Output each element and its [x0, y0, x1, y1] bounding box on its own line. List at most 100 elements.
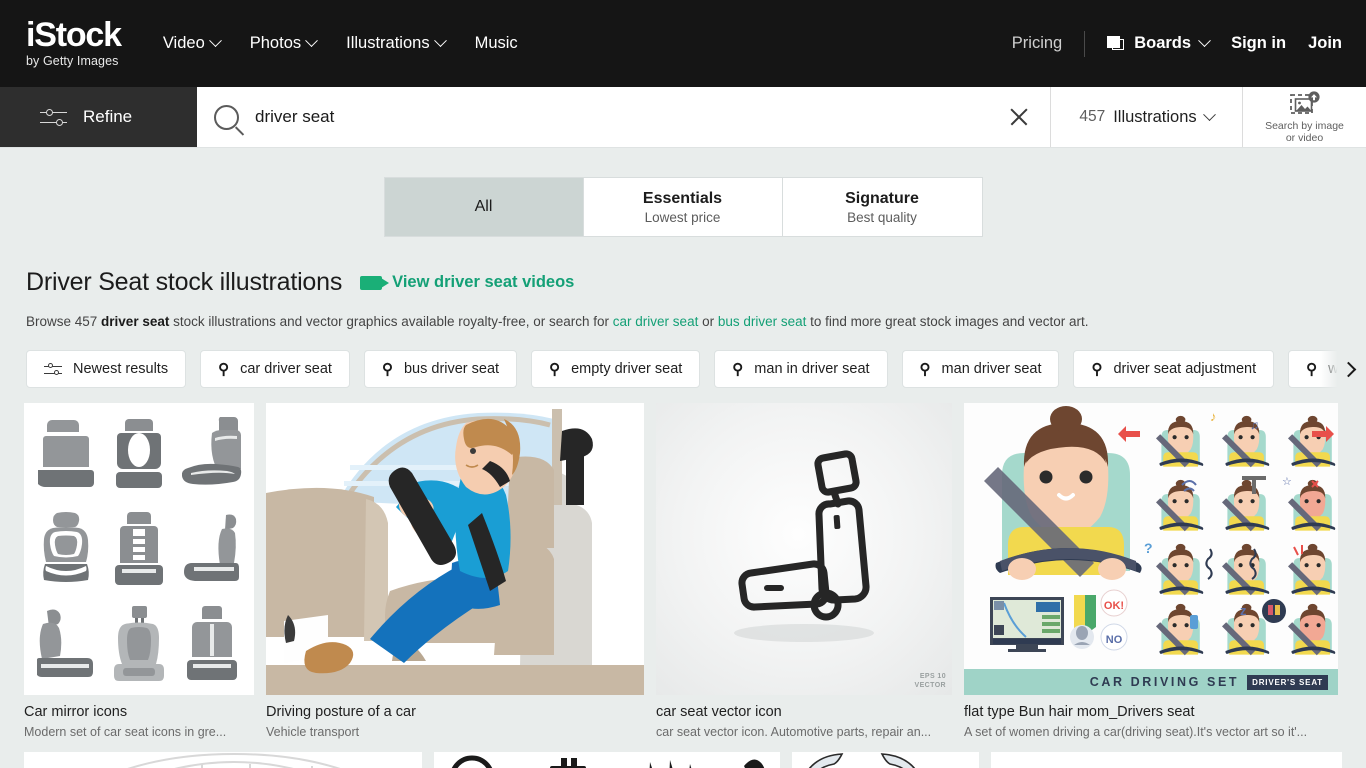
- car-driving-set-illustration: ♪ ♫ ☆ ? z OK! NO: [964, 403, 1338, 695]
- chip-car-driver-seat[interactable]: ⚲ car driver seat: [200, 350, 350, 388]
- result-thumbnail[interactable]: ♪ ♫ ☆ ? z OK! NO CAR DRIVING SET DRIVER'…: [964, 403, 1338, 695]
- result-thumbnail[interactable]: EPS 10 VECTOR: [656, 403, 952, 695]
- result-subtitle: car seat vector icon. Automotive parts, …: [656, 725, 932, 739]
- nav-item-video[interactable]: Video: [162, 34, 222, 53]
- result-card[interactable]: ♪ ♫ ☆ ? z OK! NO CAR DRIVING SET DRIVER'…: [964, 403, 1338, 739]
- svg-text:☆: ☆: [1282, 476, 1292, 488]
- video-camera-icon: [360, 275, 390, 290]
- image-upload-icon: [1289, 90, 1320, 114]
- sliders-icon: [40, 108, 67, 127]
- result-thumbnail[interactable]: [24, 752, 423, 768]
- result-subtitle: Modern set of car seat icons in gre...: [24, 725, 227, 739]
- chevron-down-icon: [433, 34, 447, 48]
- results-grid: Car mirror icons Modern set of car seat …: [0, 403, 1366, 739]
- nav-item-photos[interactable]: Photos: [250, 34, 318, 53]
- result-thumbnail[interactable]: [434, 752, 780, 768]
- result-card[interactable]: Driving posture of a car Vehicle transpo…: [266, 403, 644, 739]
- browse-related-link-1[interactable]: car driver seat: [613, 314, 699, 329]
- car-seat-icon: [115, 418, 162, 488]
- chip-label: Newest results: [73, 361, 169, 377]
- search-icon: ⚲: [919, 361, 931, 378]
- search-icon: [214, 104, 239, 130]
- view-videos-link[interactable]: View driver seat videos: [360, 273, 574, 292]
- search-icon: ⚲: [1306, 361, 1318, 378]
- result-title[interactable]: car seat vector icon: [656, 704, 952, 720]
- chevron-down-icon: [1198, 34, 1211, 48]
- result-thumbnail[interactable]: [990, 752, 1343, 768]
- headline-row: Driver Seat stock illustrations View dri…: [0, 268, 1366, 297]
- seat-icon-cell: [177, 502, 248, 595]
- nav-item-pricing[interactable]: Pricing: [1012, 34, 1062, 53]
- refine-button[interactable]: Refine: [0, 87, 197, 147]
- result-subtitle: A set of women driving a car(driving sea…: [964, 725, 1308, 739]
- search-input[interactable]: [255, 107, 987, 127]
- chip-man-in-driver-seat[interactable]: ⚲ man in driver seat: [714, 350, 888, 388]
- car-driving-set-banner: CAR DRIVING SET DRIVER'S SEAT: [964, 669, 1338, 695]
- result-thumbnail[interactable]: [266, 403, 644, 695]
- search-bar: Refine 457 Illustrations Search by image…: [0, 87, 1366, 148]
- car-seat-icon: [37, 419, 94, 487]
- chevron-down-icon: [1202, 107, 1216, 121]
- svg-text:z: z: [1240, 603, 1247, 618]
- search-by-image-button[interactable]: Search by image or video: [1243, 87, 1366, 147]
- chip-empty-driver-seat[interactable]: ⚲ empty driver seat: [531, 350, 701, 388]
- nav-divider: [1084, 30, 1086, 57]
- driving-posture-illustration: [266, 403, 644, 695]
- nav-item-video-label: Video: [162, 34, 205, 52]
- secondary-nav-links: Pricing Boards Sign in Join: [1012, 30, 1342, 57]
- chip-newest-results[interactable]: Newest results: [26, 350, 187, 388]
- banner-title: CAR DRIVING SET: [1089, 675, 1240, 689]
- result-title[interactable]: Car mirror icons: [24, 704, 254, 720]
- result-card[interactable]: EPS 10 VECTOR car seat vector icon car s…: [656, 403, 952, 739]
- boards-label: Boards: [1134, 34, 1192, 52]
- search-field-container: [197, 87, 987, 147]
- car-seat-icon: [36, 609, 93, 678]
- chevron-down-icon: [208, 34, 222, 48]
- clear-search-button[interactable]: [987, 87, 1050, 147]
- nav-item-illustrations-label: Illustrations: [346, 34, 430, 52]
- refine-label: Refine: [83, 107, 133, 126]
- boards-icon: [1107, 36, 1125, 51]
- chip-label: bus driver seat: [403, 361, 500, 377]
- browse-text-3: to find more great stock images and vect…: [806, 314, 1089, 329]
- nav-item-music-label: Music: [474, 34, 518, 52]
- search-icon: ⚲: [549, 361, 561, 378]
- car-seat-icon: [184, 514, 240, 581]
- result-type-selector[interactable]: 457 Illustrations: [1050, 87, 1243, 147]
- chip-man-driver-seat[interactable]: ⚲ man driver seat: [901, 350, 1060, 388]
- chip-bus-driver-seat[interactable]: ⚲ bus driver seat: [363, 350, 518, 388]
- istock-logo[interactable]: iStock by Getty Images: [26, 16, 122, 69]
- chip-driver-seat-adjustment[interactable]: ⚲ driver seat adjustment: [1073, 350, 1275, 388]
- result-thumbnail[interactable]: [24, 403, 254, 695]
- tab-signature[interactable]: Signature Best quality: [783, 178, 982, 236]
- seatbelt-outline-illustration: [791, 752, 979, 768]
- chip-label: driver seat adjustment: [1113, 361, 1257, 377]
- chips-next-button[interactable]: [1320, 348, 1366, 390]
- search-icon: ⚲: [381, 361, 393, 378]
- result-count: 457: [1079, 108, 1106, 125]
- seat-icon-cell: [103, 598, 174, 691]
- nav-item-illustrations[interactable]: Illustrations: [346, 34, 447, 53]
- result-card[interactable]: Car mirror icons Modern set of car seat …: [24, 403, 254, 739]
- tab-all[interactable]: All: [384, 178, 584, 236]
- car-interior-outline-illustration: [24, 752, 423, 768]
- car-seat-line-icon: [734, 450, 874, 642]
- boards-menu[interactable]: Boards: [1107, 34, 1211, 53]
- result-thumbnail[interactable]: [791, 752, 979, 768]
- nav-item-music[interactable]: Music: [475, 34, 518, 53]
- result-title[interactable]: flat type Bun hair mom_Drivers seat: [964, 704, 1338, 720]
- related-search-chips: Newest results ⚲ car driver seat ⚲ bus d…: [0, 348, 1366, 390]
- close-icon: [1008, 106, 1030, 128]
- join-button[interactable]: Join: [1308, 34, 1342, 53]
- logo-wordmark: iStock: [26, 16, 122, 54]
- result-title[interactable]: Driving posture of a car: [266, 704, 644, 720]
- seat-icon-cell: [30, 598, 101, 691]
- sign-in-button[interactable]: Sign in: [1231, 34, 1286, 53]
- browse-related-link-2[interactable]: bus driver seat: [718, 314, 807, 329]
- seat-icon-cell: [177, 598, 248, 691]
- tab-essentials[interactable]: Essentials Lowest price: [584, 178, 783, 236]
- seat-icon-cell: [103, 502, 174, 595]
- seat-icon-cell: [30, 407, 101, 500]
- sliders-icon: [44, 363, 62, 376]
- view-videos-label: View driver seat videos: [392, 273, 575, 291]
